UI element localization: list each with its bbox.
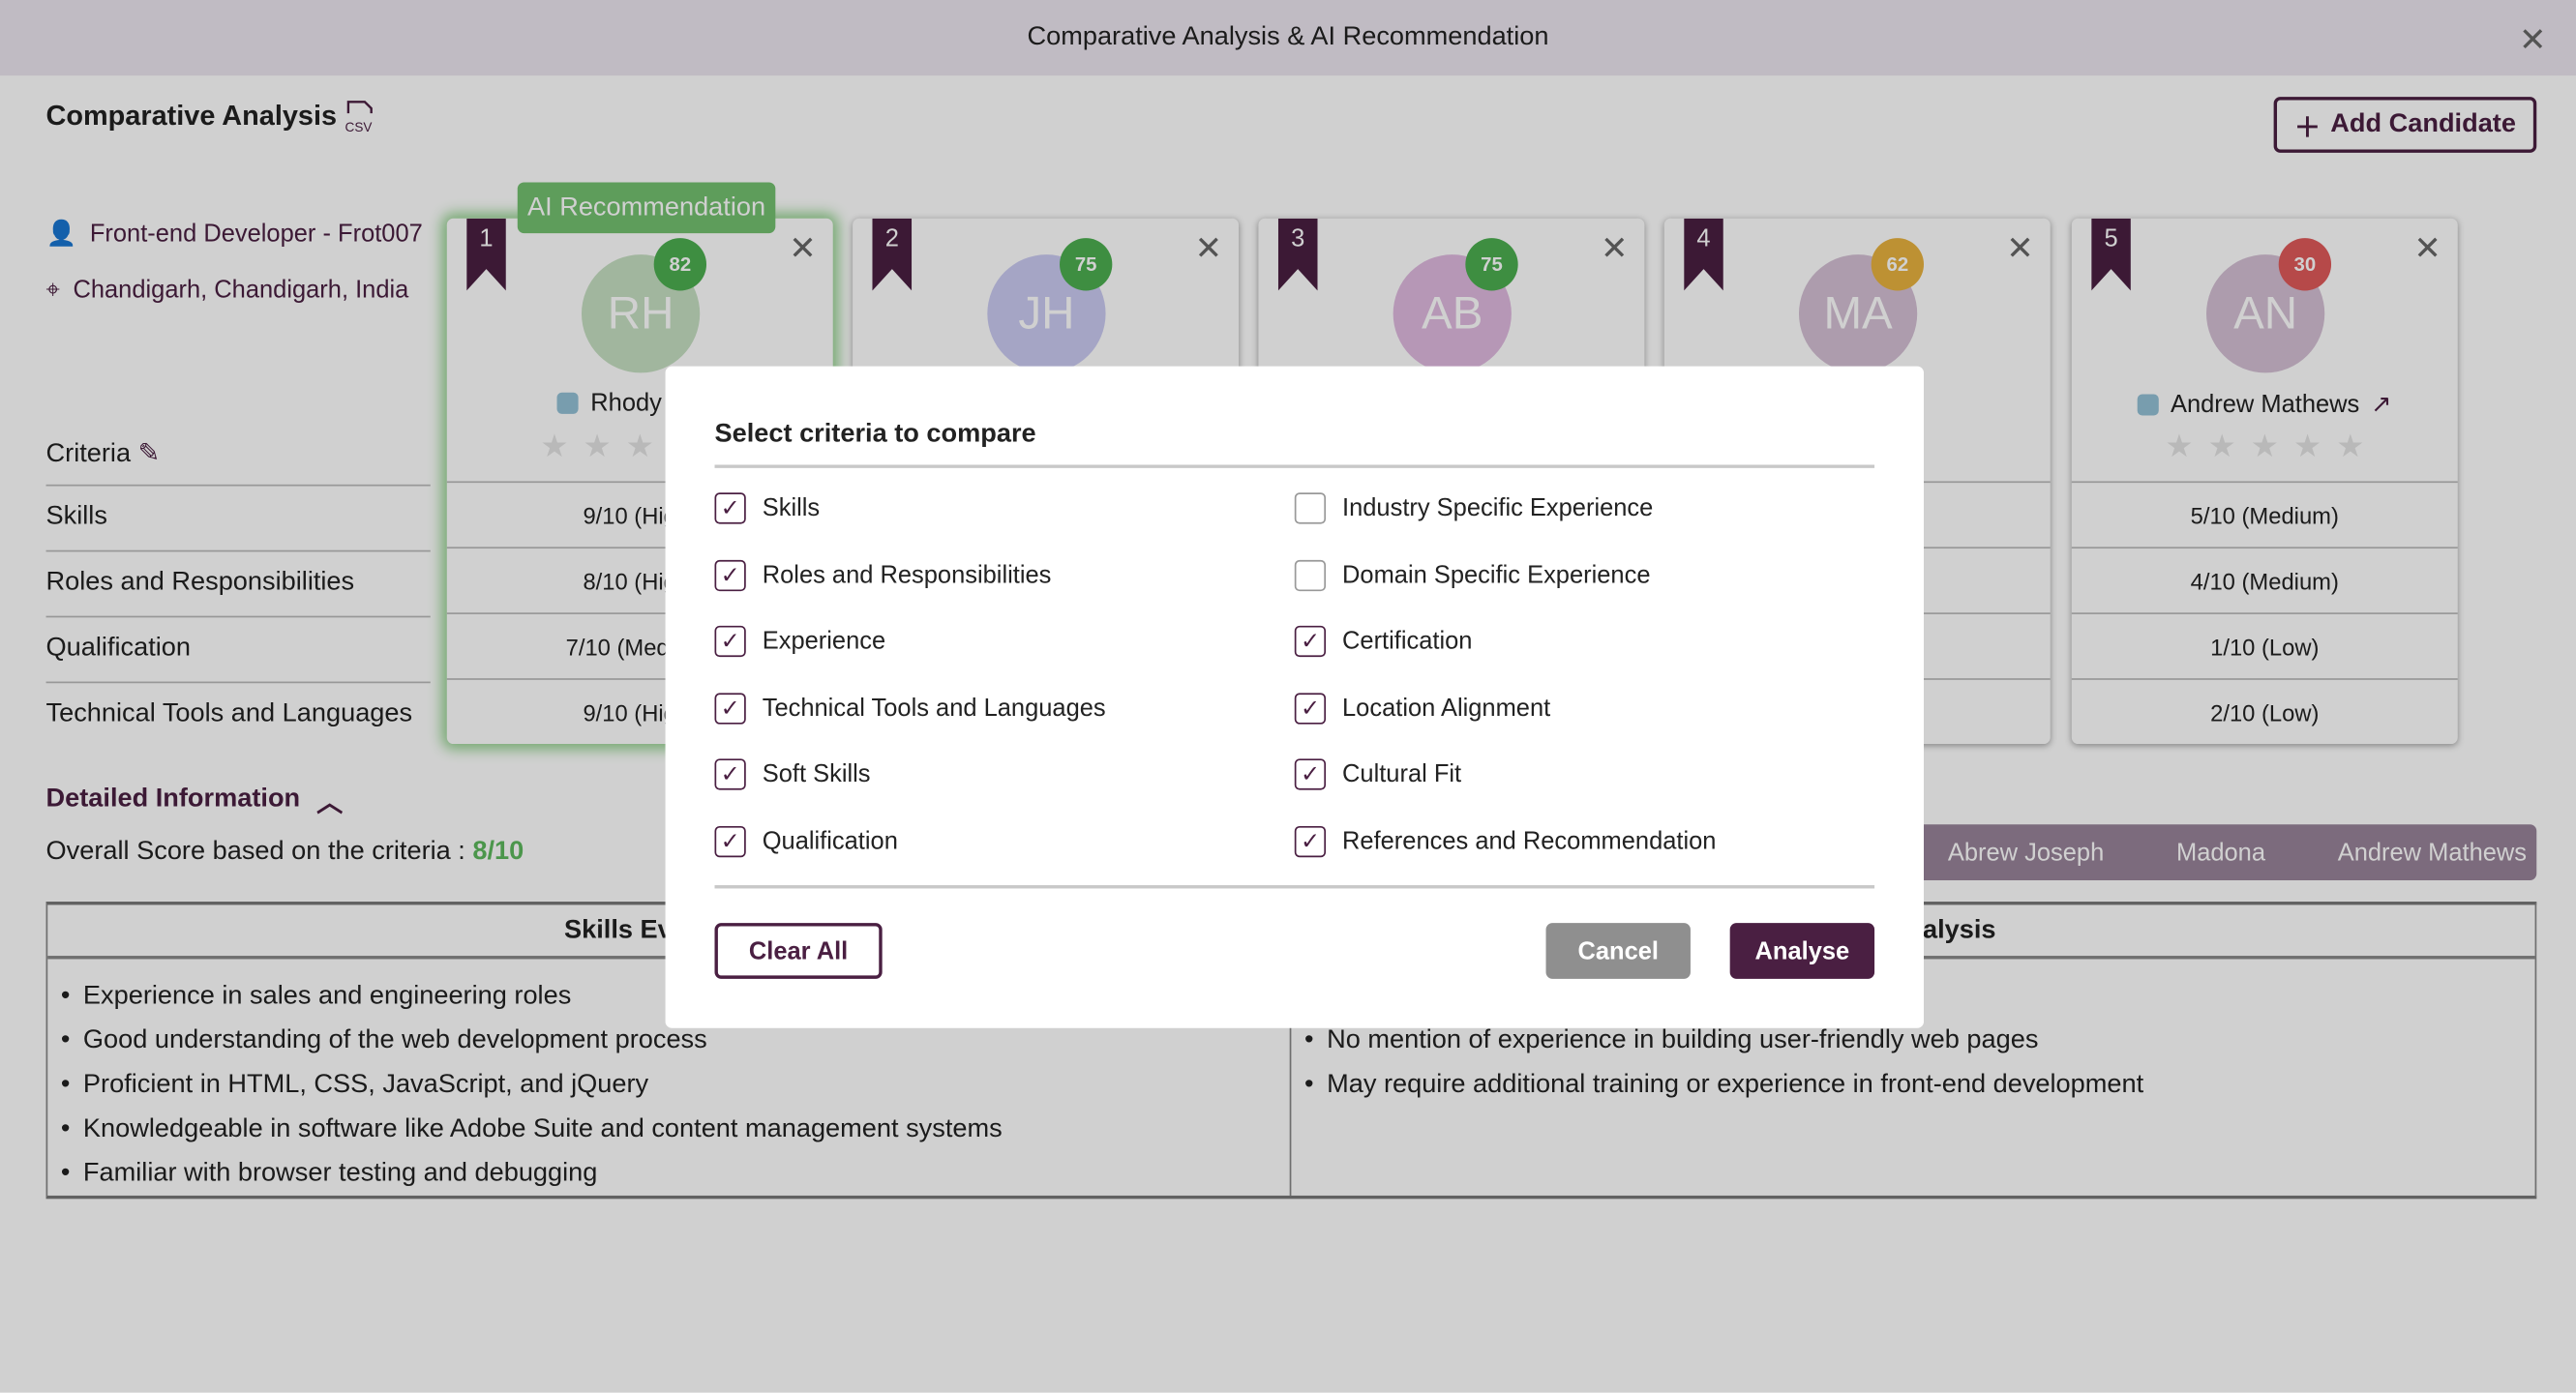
- criteria-option-label: Domain Specific Experience: [1342, 560, 1651, 589]
- criteria-option-label: Certification: [1342, 627, 1473, 656]
- divider: [714, 885, 1875, 889]
- criteria-option-label: Experience: [762, 627, 886, 656]
- criteria-option-label: References and Recommendation: [1342, 827, 1717, 856]
- criteria-option[interactable]: ✓ Technical Tools and Languages: [714, 693, 1106, 725]
- checkbox[interactable]: ✓: [714, 759, 746, 791]
- checkbox[interactable]: ✓: [1294, 825, 1327, 858]
- analyse-button[interactable]: Analyse: [1729, 923, 1875, 979]
- criteria-option-label: Roles and Responsibilities: [762, 560, 1052, 589]
- criteria-option-label: Technical Tools and Languages: [762, 694, 1106, 723]
- modal-title: Select criteria to compare: [714, 420, 1036, 449]
- app-window: Comparative Analysis & AI Recommendation…: [0, 0, 2576, 1393]
- checkbox[interactable]: ✓: [1294, 626, 1327, 658]
- criteria-option-label: Skills: [762, 494, 821, 522]
- clear-all-button[interactable]: Clear All: [714, 923, 883, 979]
- criteria-option[interactable]: ✓ Qualification: [714, 825, 898, 858]
- divider: [714, 464, 1875, 468]
- criteria-option-label: Location Alignment: [1342, 694, 1551, 723]
- criteria-option-label: Cultural Fit: [1342, 760, 1462, 789]
- checkbox[interactable]: ✓: [714, 693, 746, 725]
- checkbox[interactable]: ✓: [714, 626, 746, 658]
- checkbox[interactable]: ✓: [714, 559, 746, 591]
- checkbox[interactable]: [1294, 492, 1327, 524]
- criteria-option[interactable]: Industry Specific Experience: [1294, 492, 1654, 524]
- checkbox[interactable]: ✓: [1294, 759, 1327, 791]
- criteria-option[interactable]: ✓ References and Recommendation: [1294, 825, 1717, 858]
- criteria-option[interactable]: ✓ Skills: [714, 492, 821, 524]
- criteria-option-label: Soft Skills: [762, 760, 871, 789]
- criteria-option-label: Qualification: [762, 827, 898, 856]
- cancel-button[interactable]: Cancel: [1545, 923, 1691, 979]
- criteria-option[interactable]: ✓ Experience: [714, 626, 886, 658]
- criteria-option[interactable]: ✓ Location Alignment: [1294, 693, 1551, 725]
- criteria-option[interactable]: ✓ Certification: [1294, 626, 1473, 658]
- criteria-option[interactable]: ✓ Roles and Responsibilities: [714, 559, 1052, 591]
- criteria-option[interactable]: ✓ Soft Skills: [714, 759, 871, 791]
- criteria-option[interactable]: Domain Specific Experience: [1294, 559, 1651, 591]
- checkbox[interactable]: ✓: [714, 492, 746, 524]
- checkbox[interactable]: [1294, 559, 1327, 591]
- criteria-modal: Select criteria to compare ✓ Skills Indust…: [665, 366, 1925, 1028]
- criteria-option[interactable]: ✓ Cultural Fit: [1294, 759, 1462, 791]
- checkbox[interactable]: ✓: [714, 825, 746, 858]
- checkbox[interactable]: ✓: [1294, 693, 1327, 725]
- criteria-option-label: Industry Specific Experience: [1342, 494, 1654, 522]
